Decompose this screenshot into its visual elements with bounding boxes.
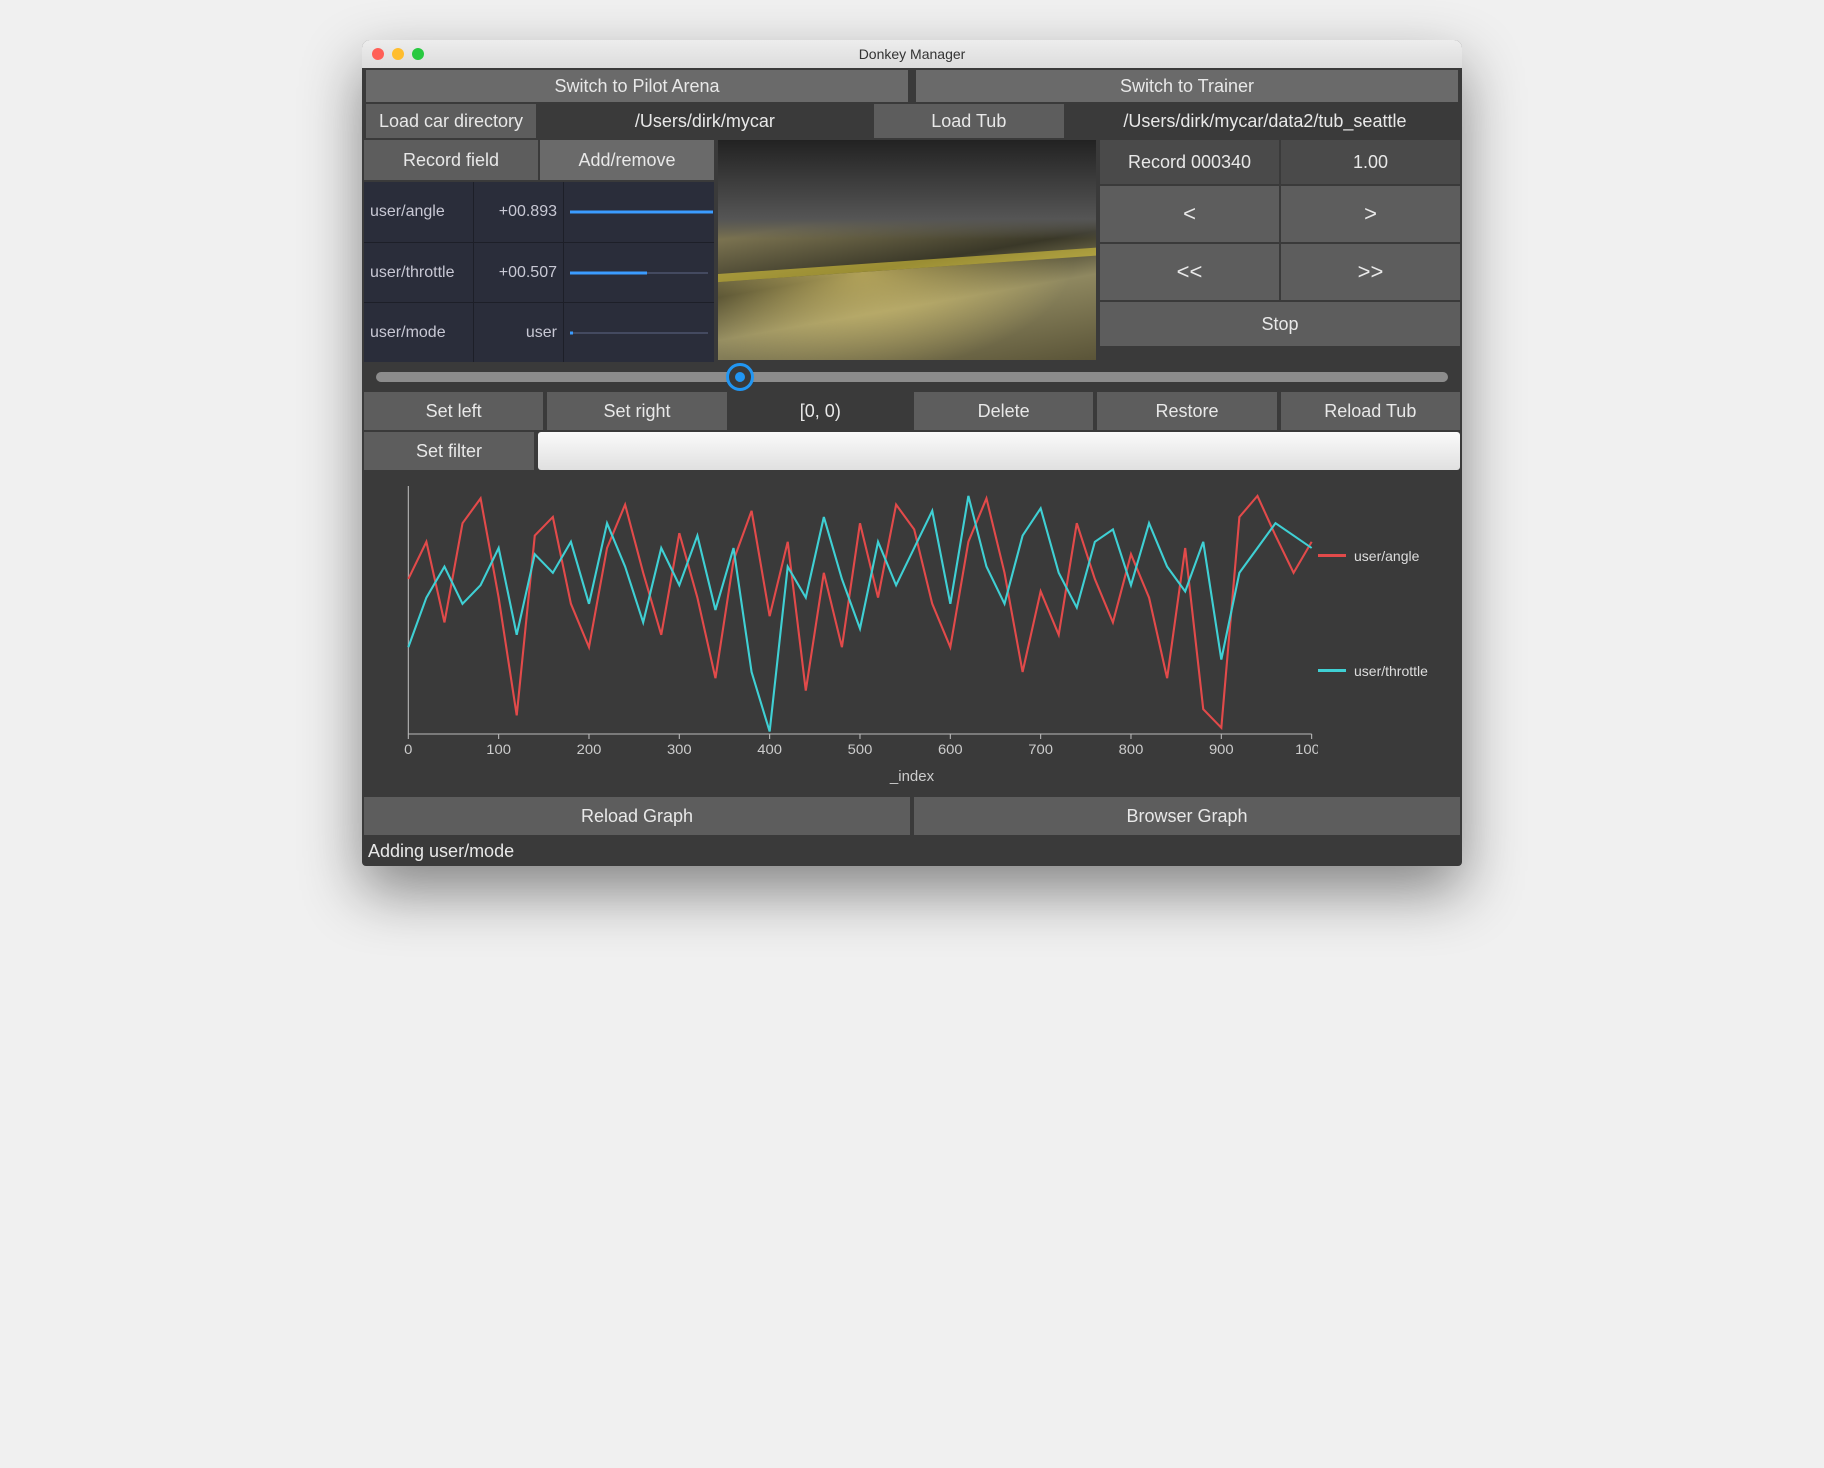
svg-text:100: 100 (486, 742, 511, 758)
record-number-label: Record 000340 (1100, 140, 1279, 184)
rewind-button[interactable]: << (1100, 244, 1279, 300)
window-title: Donkey Manager (362, 46, 1462, 62)
status-bar: Adding user/mode (362, 837, 1462, 866)
tub-path: /Users/dirk/mycar/data2/tub_seattle (1072, 104, 1458, 138)
stop-button[interactable]: Stop (1100, 302, 1460, 346)
camera-preview (718, 140, 1096, 360)
chart-legend: user/angle user/throttle (1318, 478, 1458, 768)
restore-button[interactable]: Restore (1097, 392, 1276, 430)
slider-thumb-icon[interactable] (726, 363, 754, 391)
field-bar (564, 303, 714, 362)
svg-text:0: 0 (404, 742, 412, 758)
legend-item: user/throttle (1318, 663, 1458, 679)
record-field-label: Record field (364, 140, 538, 180)
reload-graph-button[interactable]: Reload Graph (364, 797, 910, 835)
svg-text:400: 400 (757, 742, 782, 758)
legend-label: user/angle (1354, 548, 1419, 564)
field-row[interactable]: user/angle+00.893 (364, 182, 714, 242)
ffwd-button[interactable]: >> (1281, 244, 1460, 300)
svg-text:700: 700 (1028, 742, 1053, 758)
playback-panel: Record 000340 1.00 < > << >> Stop (1100, 140, 1460, 362)
field-bar (564, 243, 714, 302)
car-directory-path: /Users/dirk/mycar (544, 104, 866, 138)
legend-swatch-icon (1318, 669, 1346, 672)
svg-text:600: 600 (938, 742, 963, 758)
legend-swatch-icon (1318, 554, 1346, 557)
set-left-button[interactable]: Set left (364, 392, 543, 430)
field-value: +00.893 (474, 182, 564, 242)
field-row[interactable]: user/modeuser (364, 302, 714, 362)
app-window: Donkey Manager Switch to Pilot Arena Swi… (362, 40, 1462, 866)
field-name: user/angle (364, 182, 474, 242)
prev-button[interactable]: < (1100, 186, 1279, 242)
svg-text:900: 900 (1209, 742, 1234, 758)
chart-xlabel: _index (366, 768, 1458, 791)
record-field-panel: Record field Add/remove user/angle+00.89… (364, 140, 714, 362)
svg-text:300: 300 (667, 742, 692, 758)
svg-text:200: 200 (577, 742, 602, 758)
delete-button[interactable]: Delete (914, 392, 1093, 430)
field-name: user/mode (364, 303, 474, 362)
svg-text:500: 500 (848, 742, 873, 758)
browser-graph-button[interactable]: Browser Graph (914, 797, 1460, 835)
field-name: user/throttle (364, 243, 474, 302)
next-button[interactable]: > (1281, 186, 1460, 242)
svg-text:800: 800 (1119, 742, 1144, 758)
switch-trainer-button[interactable]: Switch to Trainer (916, 70, 1458, 102)
timeline-slider[interactable] (376, 372, 1448, 382)
legend-item: user/angle (1318, 548, 1458, 564)
titlebar: Donkey Manager (362, 40, 1462, 68)
set-filter-button[interactable]: Set filter (364, 432, 534, 470)
range-display: [0, 0) (731, 392, 910, 430)
field-row[interactable]: user/throttle+00.507 (364, 242, 714, 302)
playback-speed-label: 1.00 (1281, 140, 1460, 184)
load-car-directory-button[interactable]: Load car directory (366, 104, 536, 138)
filter-input[interactable] (538, 432, 1460, 470)
field-bar (564, 182, 714, 242)
switch-pilot-arena-button[interactable]: Switch to Pilot Arena (366, 70, 908, 102)
set-right-button[interactable]: Set right (547, 392, 726, 430)
load-tub-button[interactable]: Load Tub (874, 104, 1064, 138)
chart-panel: 0 100 200 300 400 500 600 700 800 900 1000 user/an… (362, 472, 1462, 795)
legend-label: user/throttle (1354, 663, 1428, 679)
field-value: user (474, 303, 564, 362)
reload-tub-button[interactable]: Reload Tub (1281, 392, 1460, 430)
svg-text:1000: 1000 (1295, 742, 1318, 758)
chart-plot: 0 100 200 300 400 500 600 700 800 900 1000 (366, 478, 1318, 768)
field-value: +00.507 (474, 243, 564, 302)
add-remove-button[interactable]: Add/remove (540, 140, 714, 180)
